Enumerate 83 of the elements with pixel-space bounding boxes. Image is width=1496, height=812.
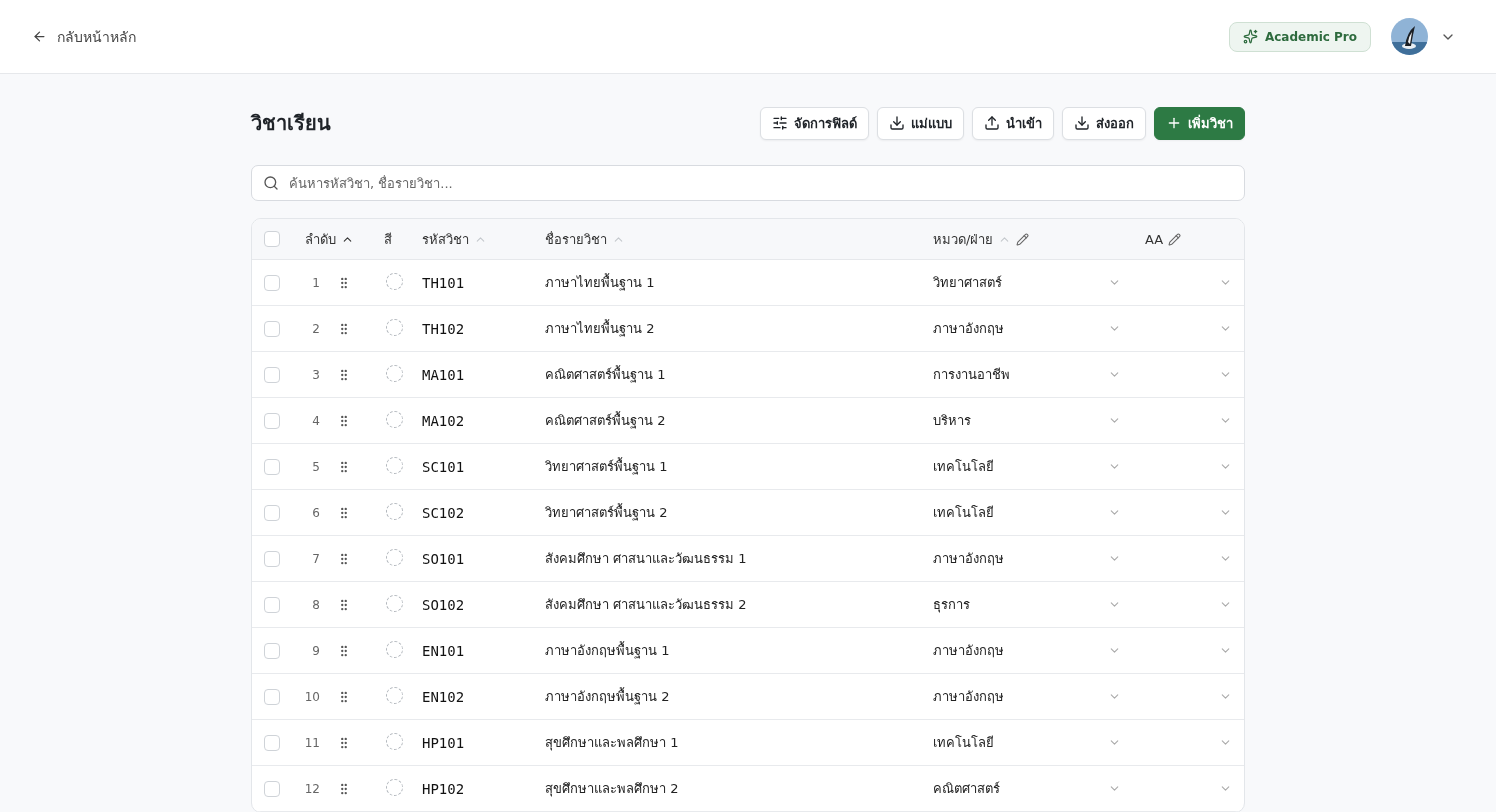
subject-code: SC101: [422, 458, 466, 475]
subject-name: สุขศึกษาและพลศึกษา 2: [545, 780, 680, 799]
subject-code: EN101: [422, 642, 466, 659]
search-icon: [263, 175, 279, 191]
order-number: 11: [303, 735, 320, 750]
column-header: รหัสวิชา: [422, 230, 469, 249]
action-button[interactable]: แม่แบบ: [877, 106, 964, 140]
row-checkbox[interactable]: [264, 504, 280, 521]
subject-code: HP102: [422, 780, 466, 797]
subject-code: MA101: [422, 366, 466, 383]
row-checkbox[interactable]: [264, 412, 280, 429]
order-number: 5: [311, 459, 320, 474]
column-header: ชื่อรายวิชา: [545, 230, 607, 249]
category-select[interactable]: เทคโนโลยี: [933, 497, 1133, 528]
category-select[interactable]: ภาษาอังกฤษ: [933, 681, 1133, 712]
order-number: 9: [311, 643, 320, 658]
column-header: หมวด/ฝ่าย: [933, 230, 994, 249]
row-checkbox[interactable]: [264, 734, 280, 751]
subject-code: SC102: [422, 504, 466, 521]
subject-code: HP101: [422, 734, 466, 751]
subject-name: ภาษาอังกฤษพื้นฐาน 2: [545, 686, 671, 707]
order-number: 12: [303, 781, 320, 796]
sliders-icon: [772, 115, 788, 131]
subject-code: TH102: [422, 320, 466, 337]
subject-name: สังคมศึกษา ศาสนาและวัฒนธรรม 2: [545, 596, 748, 614]
action-button[interactable]: นำเข้า: [972, 106, 1054, 140]
category-select[interactable]: ภาษาอังกฤษ: [933, 543, 1133, 574]
row-checkbox[interactable]: [264, 688, 280, 705]
sparkles-icon: [1242, 29, 1258, 44]
page-title: วิชาเรียน: [251, 110, 331, 137]
category-select[interactable]: ภาษาอังกฤษ: [933, 313, 1133, 344]
row-checkbox[interactable]: [264, 596, 280, 613]
upload-icon: [984, 115, 1000, 131]
column-header: สี: [384, 230, 392, 249]
subject-code: SO102: [422, 596, 466, 613]
subject-name: คณิตศาสตร์พื้นฐาน 2: [545, 410, 667, 431]
action-button[interactable]: เพิ่มวิชา: [1154, 106, 1245, 140]
action-button[interactable]: ส่งออก: [1062, 106, 1146, 140]
download-icon: [1074, 115, 1090, 131]
subject-code: TH101: [422, 274, 466, 291]
order-number: 7: [311, 551, 320, 566]
select-all-checkbox[interactable]: [264, 231, 280, 247]
subject-name: วิทยาศาสตร์พื้นฐาน 2: [545, 502, 669, 523]
subject-name: ภาษาอังกฤษพื้นฐาน 1: [545, 640, 671, 661]
subject-code: SO101: [422, 550, 466, 567]
row-checkbox[interactable]: [264, 320, 280, 337]
order-number: 10: [303, 689, 320, 704]
plan-badge: Academic Pro: [1228, 21, 1371, 52]
subject-code: MA102: [422, 412, 466, 429]
category-select[interactable]: การงานอาชีพ: [933, 359, 1133, 390]
category-select[interactable]: เทคโนโลยี: [933, 451, 1133, 482]
order-number: 1: [311, 275, 320, 290]
row-checkbox[interactable]: [264, 780, 280, 797]
row-checkbox[interactable]: [264, 366, 280, 383]
subject-name: ภาษาไทยพื้นฐาน 1: [545, 272, 656, 293]
category-select[interactable]: ธุรการ: [933, 589, 1133, 620]
back-link[interactable]: กลับหน้าหลัก: [32, 25, 136, 48]
plus-icon: [1166, 115, 1182, 131]
category-select[interactable]: เทคโนโลยี: [933, 727, 1133, 758]
search-field[interactable]: ค้นหารหัสวิชา, ชื่อรายวิชา...: [251, 165, 1245, 201]
row-checkbox[interactable]: [264, 642, 280, 659]
order-number: 3: [311, 367, 320, 382]
category-select[interactable]: วิทยาศาสตร์: [933, 267, 1133, 298]
subject-name: ภาษาไทยพื้นฐาน 2: [545, 318, 656, 339]
subject-name: วิทยาศาสตร์พื้นฐาน 1: [545, 456, 669, 477]
subject-name: สังคมศึกษา ศาสนาและวัฒนธรรม 1: [545, 550, 748, 568]
order-number: 6: [311, 505, 320, 520]
download-icon: [889, 115, 905, 131]
category-select[interactable]: บริหาร: [933, 405, 1133, 436]
row-checkbox[interactable]: [264, 550, 280, 567]
action-button[interactable]: จัดการฟิลด์: [760, 106, 869, 140]
row-checkbox[interactable]: [264, 458, 280, 475]
category-select[interactable]: คณิตศาสตร์: [933, 773, 1133, 804]
order-number: 2: [311, 321, 320, 336]
subject-code: EN102: [422, 688, 466, 705]
column-header: AA: [1145, 231, 1164, 247]
column-header: ลำดับ: [305, 230, 336, 249]
subject-name: คณิตศาสตร์พื้นฐาน 1: [545, 364, 667, 385]
order-number: 8: [311, 597, 320, 612]
row-checkbox[interactable]: [264, 274, 280, 291]
subject-name: สุขศึกษาและพลศึกษา 1: [545, 734, 680, 753]
order-number: 4: [311, 413, 320, 428]
category-select[interactable]: ภาษาอังกฤษ: [933, 635, 1133, 666]
